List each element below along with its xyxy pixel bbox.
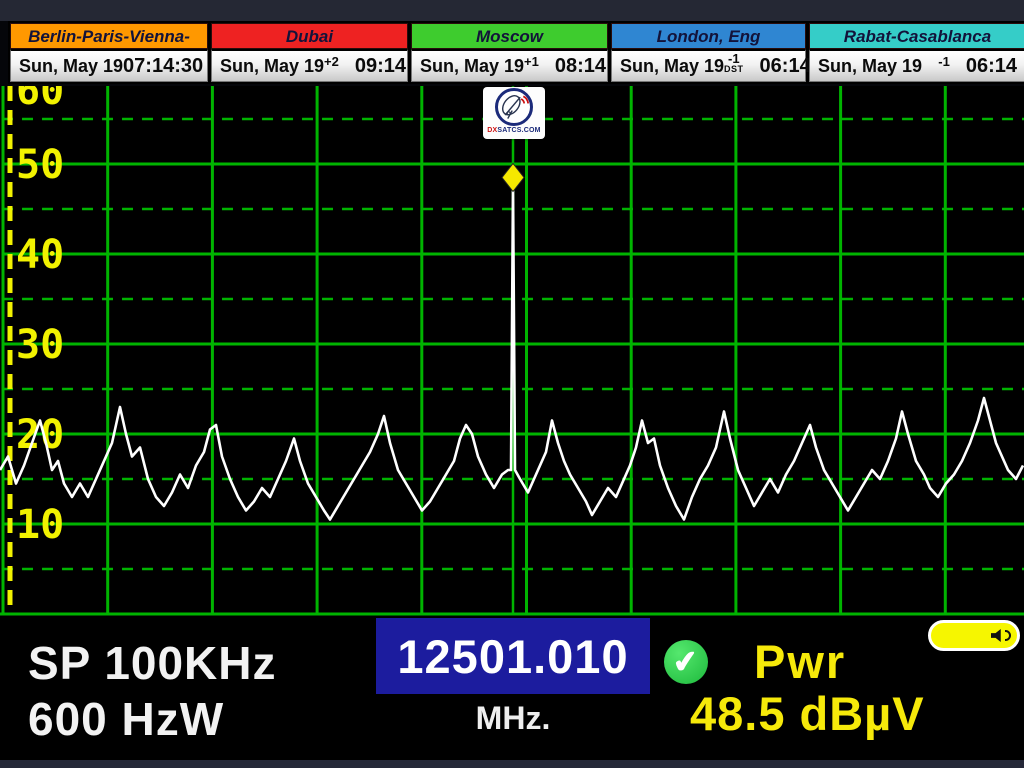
- dxsatcs-logo: DXSATCS.COM: [483, 87, 545, 139]
- marker-diamond: [502, 164, 524, 192]
- power-label: Pwr: [754, 634, 846, 689]
- clock-row: Berlin-Paris-Vienna-RomaSun, May 1907:14…: [8, 21, 1024, 84]
- lock-check-icon: ✔: [664, 640, 708, 684]
- time-row-dubai: Sun, May 19+2 09:14: [211, 49, 408, 82]
- time-row-london-eng: Sun, May 19-1DST06:14:30: [611, 49, 806, 82]
- time-row-rabat-casablanca: Sun, May 19 -1 06:14: [809, 49, 1024, 82]
- spectrum-analyzer-screen: Berlin-Paris-Vienna-RomaSun, May 1907:14…: [0, 0, 1024, 768]
- spectrum-chart-area: 10 20 30 40 50 60 DXSATCS.COM: [0, 86, 1024, 616]
- clock-cell-rabat-casablanca: Rabat-Casablanca Sun, May 19 -1 06:14: [809, 23, 1024, 82]
- time-row-berlin-paris-vienna-roma: Sun, May 1907:14:30: [10, 49, 208, 82]
- city-name-berlin-paris-vienna-roma: Berlin-Paris-Vienna-Roma: [10, 23, 208, 49]
- utc-offset-moscow: +1: [524, 56, 539, 67]
- speaker-wave-icon: [1005, 630, 1011, 641]
- readout-panel: SP 100KHz 600 HzW 12501.010 MHz. ✔ Pwr 4…: [0, 616, 1024, 768]
- time-dubai: 09:14: [355, 55, 406, 78]
- utc-offset-london-eng: -1DST: [724, 53, 744, 72]
- city-name-moscow: Moscow: [411, 23, 608, 49]
- time-berlin-paris-vienna-roma: 07:14:30: [123, 55, 203, 78]
- time-moscow: 08:14: [555, 55, 606, 78]
- y-axis-label: 60: [16, 86, 64, 114]
- time-rabat-casablanca: 06:14: [966, 55, 1017, 78]
- date-london-eng: Sun, May 19: [620, 56, 724, 77]
- bottom-strip: [0, 760, 1024, 768]
- top-strip: [0, 0, 1024, 21]
- city-name-london-eng: London, Eng: [611, 23, 806, 49]
- logo-text: DXSATCS.COM: [487, 126, 540, 136]
- date-dubai: Sun, May 19: [220, 56, 324, 77]
- audio-toggle-pill[interactable]: [928, 620, 1020, 651]
- spectrum-chart: 10 20 30 40 50 60: [0, 86, 1024, 616]
- world-clock-bar: Berlin-Paris-Vienna-RomaSun, May 1907:14…: [0, 0, 1024, 86]
- clock-cell-moscow: Moscow Sun, May 19+1 08:14: [411, 23, 608, 82]
- utc-offset-dubai: +2: [324, 56, 339, 67]
- span-setting-label: SP 100KHz: [28, 636, 277, 690]
- city-name-rabat-casablanca: Rabat-Casablanca: [809, 23, 1024, 49]
- logo-dx: DX: [487, 127, 497, 134]
- frequency-unit-label: MHz.: [376, 700, 650, 737]
- power-value: 48.5 dBµV: [690, 686, 925, 741]
- utc-offset-rabat-casablanca: -1: [938, 56, 950, 67]
- date-berlin-paris-vienna-roma: Sun, May 19: [19, 56, 123, 77]
- clock-cell-london-eng: London, EngSun, May 19-1DST06:14:30: [611, 23, 806, 82]
- y-axis-label: 40: [16, 232, 64, 278]
- spectrum-trace: [0, 184, 1023, 520]
- speaker-icon: [991, 629, 1004, 642]
- city-name-dubai: Dubai: [211, 23, 408, 49]
- bandwidth-setting-label: 600 HzW: [28, 692, 224, 746]
- y-axis-label: 30: [16, 322, 64, 368]
- y-axis-label: 10: [16, 502, 64, 548]
- clock-cell-dubai: Dubai Sun, May 19+2 09:14: [211, 23, 408, 82]
- y-axis-label: 20: [16, 412, 64, 458]
- date-rabat-casablanca: Sun, May 19: [818, 56, 922, 77]
- logo-satcs: SATCS.COM: [497, 127, 540, 134]
- satellite-dish-icon: [495, 88, 533, 126]
- check-glyph: ✔: [672, 643, 701, 680]
- time-row-moscow: Sun, May 19+1 08:14: [411, 49, 608, 82]
- clock-cell-berlin-paris-vienna-roma: Berlin-Paris-Vienna-RomaSun, May 1907:14…: [10, 23, 208, 82]
- frequency-display: 12501.010: [376, 618, 650, 694]
- y-axis-label: 50: [16, 142, 64, 188]
- date-moscow: Sun, May 19: [420, 56, 524, 77]
- frequency-value: 12501.010: [397, 629, 628, 684]
